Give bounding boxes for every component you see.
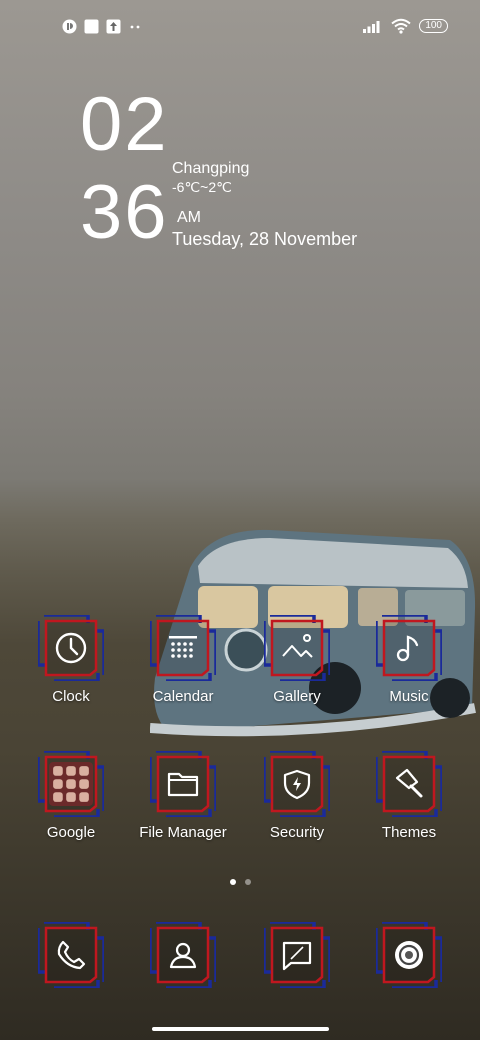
app-label: Calendar (152, 688, 214, 705)
app-clock[interactable]: Clock (16, 615, 126, 705)
page-dot-active[interactable] (229, 879, 236, 885)
upload-notification-icon (106, 19, 121, 34)
battery-icon: 100 (419, 19, 448, 33)
page-dot[interactable] (244, 879, 251, 885)
calendar-icon (169, 636, 197, 658)
app-music[interactable]: Music (354, 615, 464, 705)
app-notification-icon (62, 19, 77, 34)
phone-icon (57, 940, 86, 970)
dock-phone[interactable] (16, 922, 126, 988)
app-calendar[interactable]: Calendar (128, 615, 238, 705)
gallery-icon (282, 634, 313, 658)
dock-contacts[interactable] (128, 922, 238, 988)
clock-hour[interactable]: 02 (80, 82, 169, 168)
dock-camera[interactable] (354, 922, 464, 988)
home-gesture-bar[interactable] (152, 1027, 329, 1031)
app-gallery[interactable]: Gallery (242, 615, 352, 705)
app-file-manager[interactable]: File Manager (128, 751, 238, 841)
folder-icon (167, 772, 199, 797)
wifi-icon (391, 18, 411, 34)
clock-icon (55, 632, 87, 664)
app-label: Google (46, 824, 96, 841)
date-label[interactable]: Tuesday, 28 November (172, 229, 357, 250)
app-label: File Manager (139, 824, 227, 841)
dock-messages[interactable] (242, 922, 352, 988)
signal-icon (363, 21, 380, 33)
weather-city[interactable]: Changping (172, 160, 249, 178)
camera-icon (395, 941, 423, 969)
brush-icon (395, 768, 423, 798)
clock-minute[interactable]: 36 (80, 170, 169, 256)
app-label: Gallery (273, 688, 321, 705)
message-icon (282, 941, 312, 971)
more-notifications-icon (128, 19, 143, 34)
google-folder-icon (49, 762, 93, 806)
shield-icon (283, 769, 311, 800)
app-label: Security (269, 824, 325, 841)
status-bar: 100 (0, 0, 480, 56)
app-themes[interactable]: Themes (354, 751, 464, 841)
page-indicator[interactable] (0, 879, 480, 885)
square-notification-icon (84, 19, 99, 34)
weather-temperature[interactable]: -6℃~2℃ (172, 179, 232, 196)
contacts-icon (169, 942, 197, 969)
music-icon (396, 635, 419, 662)
app-google-folder[interactable]: Google (16, 751, 126, 841)
app-security[interactable]: Security (242, 751, 352, 841)
app-label: Themes (381, 824, 437, 841)
clock-ampm: AM (177, 209, 201, 226)
app-label: Clock (52, 688, 90, 705)
app-label: Music (389, 688, 429, 705)
